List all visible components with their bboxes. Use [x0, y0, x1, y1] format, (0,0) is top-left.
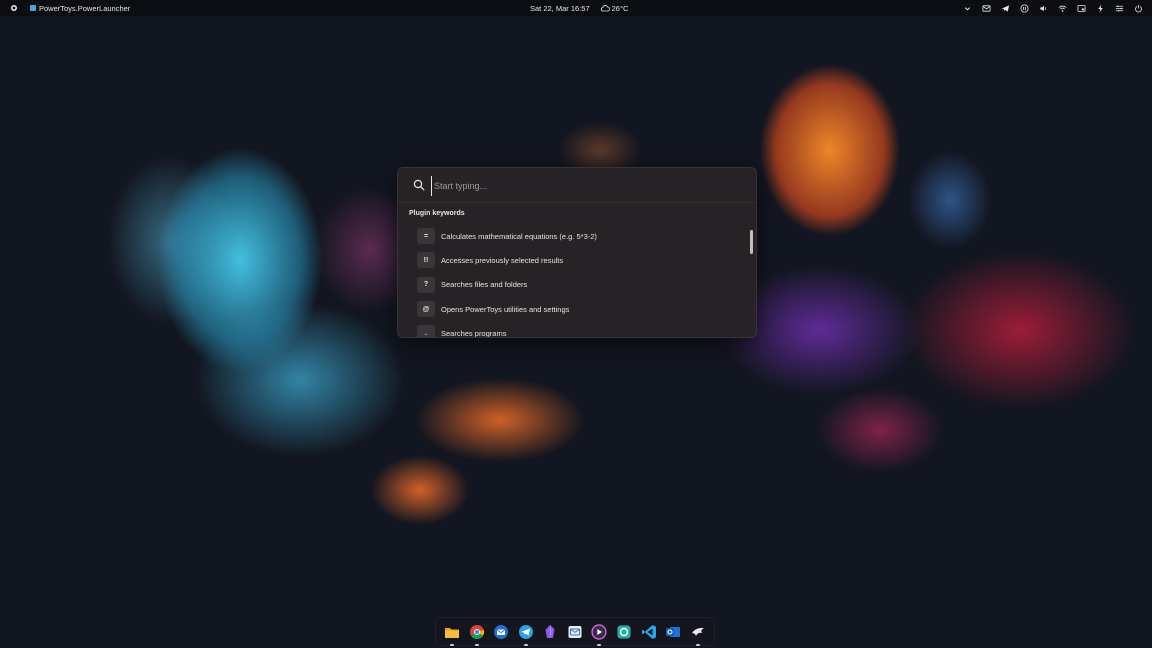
- dock: [435, 617, 715, 646]
- running-indicator: [597, 643, 602, 646]
- search-input[interactable]: [431, 176, 736, 196]
- screen-icon[interactable]: [1075, 2, 1087, 14]
- power-mode-icon[interactable]: [1094, 2, 1106, 14]
- mail-icon[interactable]: [980, 2, 992, 14]
- plugin-keyword-badge: .: [417, 325, 435, 337]
- top-bar-left: PowerToys.PowerLauncher: [8, 0, 130, 16]
- search-icon: [413, 179, 425, 191]
- chevron-down-icon[interactable]: [961, 2, 973, 14]
- running-indicator: [695, 643, 700, 646]
- result-item-history[interactable]: !! Accesses previously selected results: [417, 248, 737, 272]
- running-indicator: [474, 643, 479, 646]
- wifi-icon[interactable]: [1056, 2, 1068, 14]
- plugin-keyword-badge: @: [417, 301, 435, 318]
- section-title: Plugin keywords: [409, 210, 465, 217]
- result-item-calculator[interactable]: = Calculates mathematical equations (e.g…: [417, 224, 737, 248]
- focused-app-name: PowerToys.PowerLauncher: [39, 3, 131, 13]
- weather-temperature: 26°C: [611, 3, 629, 13]
- results-scrollbar[interactable]: [750, 230, 753, 254]
- result-item-file-search[interactable]: ? Searches files and folders: [417, 273, 737, 297]
- weather-indicator[interactable]: 26°C: [600, 3, 629, 13]
- media-pause-icon[interactable]: [1018, 2, 1030, 14]
- telegram-icon[interactable]: [516, 622, 536, 646]
- running-indicator: [523, 643, 528, 646]
- result-description: Searches programs: [441, 328, 507, 338]
- wine-icon[interactable]: [688, 622, 708, 646]
- result-description: Accesses previously selected results: [441, 255, 564, 265]
- thunderbird-icon[interactable]: [491, 622, 511, 642]
- result-item-programs[interactable]: . Searches programs: [417, 321, 737, 338]
- activities-icon[interactable]: [8, 2, 20, 14]
- result-item-powertoys[interactable]: @ Opens PowerToys utilities and settings: [417, 297, 737, 321]
- system-tray: [954, 0, 1144, 16]
- teams-chat-icon[interactable]: [614, 622, 634, 642]
- powertoys-run-launcher: Plugin keywords = Calculates mathematica…: [397, 167, 757, 338]
- powertoys-icon: [30, 5, 36, 11]
- result-description: Opens PowerToys utilities and settings: [441, 304, 570, 314]
- media-player-icon[interactable]: [589, 622, 609, 646]
- chrome-icon[interactable]: [467, 622, 487, 646]
- running-indicator: [450, 643, 455, 646]
- telegram-icon[interactable]: [999, 2, 1011, 14]
- plugin-keyword-badge: !!: [417, 252, 435, 269]
- search-bar: [398, 168, 756, 203]
- result-description: Calculates mathematical equations (e.g. …: [441, 231, 597, 241]
- cloud-icon: [600, 5, 610, 12]
- files-icon[interactable]: [442, 622, 462, 646]
- mail-app-icon[interactable]: [565, 622, 585, 642]
- top-bar-center[interactable]: Sat 22, Mar 16:57 26°C: [530, 0, 628, 16]
- settings-sliders-icon[interactable]: [1113, 2, 1125, 14]
- obsidian-icon[interactable]: [540, 622, 560, 642]
- volume-icon[interactable]: [1037, 2, 1049, 14]
- focused-app-indicator[interactable]: PowerToys.PowerLauncher: [30, 4, 130, 13]
- power-icon[interactable]: [1132, 2, 1144, 14]
- result-description: Searches files and folders: [441, 280, 528, 290]
- outlook-icon[interactable]: [663, 622, 683, 642]
- plugin-keyword-badge: ?: [417, 276, 435, 293]
- result-list: = Calculates mathematical equations (e.g…: [417, 224, 737, 338]
- plugin-keyword-badge: =: [417, 228, 435, 245]
- top-bar: PowerToys.PowerLauncher Sat 22, Mar 16:5…: [0, 0, 1152, 16]
- clock[interactable]: Sat 22, Mar 16:57: [530, 4, 590, 13]
- vscode-icon[interactable]: [639, 622, 659, 642]
